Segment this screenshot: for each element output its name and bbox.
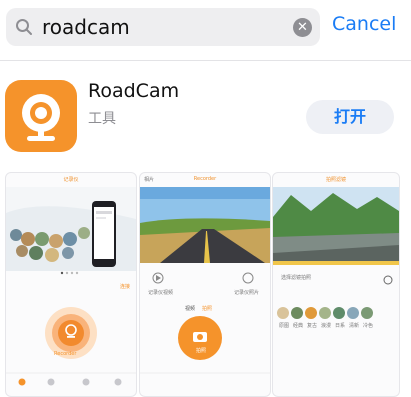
recorder-video-label: 记录仪视频	[148, 290, 174, 296]
cancel-button[interactable]: Cancel	[332, 13, 396, 35]
recorder-preview	[140, 187, 270, 374]
app-icon[interactable]	[5, 80, 77, 152]
filter-name: 清新	[349, 323, 360, 329]
search-field[interactable]: roadcam ✕	[6, 8, 320, 46]
search-header: roadcam ✕ Cancel	[0, 0, 411, 56]
screenshot-3[interactable]: 拍照滤镜 选择滤镜拍照 原图 经典 复古 浪漫 日系 清新 冷色	[272, 172, 400, 397]
filter-select-label: 选择滤镜拍照	[281, 275, 312, 281]
capture-label: 拍照	[196, 348, 207, 354]
app-category: 工具	[88, 111, 116, 127]
filter-name: 经典	[293, 323, 304, 329]
filter-name: 冷色	[363, 323, 374, 329]
connect-link: 连接	[119, 284, 130, 290]
header-divider	[0, 60, 411, 61]
screenshot-2[interactable]: 相片 Recorder 记录仪视频 记录仪照片 视频 拍照 拍照	[139, 172, 271, 397]
filter-name: 浪漫	[321, 323, 332, 329]
search-icon	[16, 19, 32, 35]
recorder-photo-label: 记录仪照片	[234, 290, 260, 296]
recorder-label: Recorder	[54, 351, 77, 357]
mode-photo: 拍照	[202, 306, 213, 312]
filter-name: 日系	[335, 323, 346, 329]
search-query[interactable]: roadcam	[42, 14, 130, 40]
app-name[interactable]: RoadCam	[88, 80, 179, 102]
webcam-icon	[22, 94, 60, 141]
clear-search-icon[interactable]: ✕	[293, 18, 312, 37]
open-button[interactable]: 打开	[306, 100, 394, 134]
mode-video: 视频	[185, 306, 196, 312]
filter-name: 复古	[307, 323, 318, 329]
recorder-home-preview	[6, 187, 136, 386]
filter-name: 原图	[279, 323, 290, 329]
filters-preview	[273, 187, 399, 319]
screenshot-1[interactable]: 记录仪 连接 Recorder	[5, 172, 137, 397]
